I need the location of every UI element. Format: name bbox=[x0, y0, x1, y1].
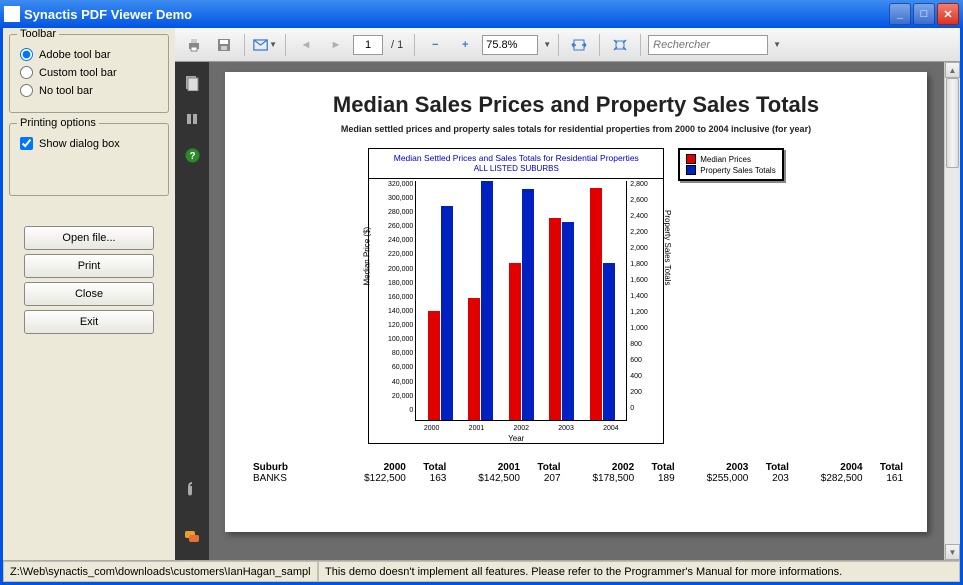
chart-plot-area bbox=[415, 181, 627, 421]
document-subtitle: Median settled prices and property sales… bbox=[249, 124, 903, 134]
left-panel: Toolbar Adobe tool bar Custom tool bar N… bbox=[3, 28, 175, 560]
pdf-sidebar: ? bbox=[175, 62, 209, 560]
th-2003: 2003 bbox=[675, 462, 749, 473]
search-dropdown-icon[interactable]: ▼ bbox=[772, 40, 781, 49]
statusbar: Z:\Web\synactis_com\downloads\customers\… bbox=[3, 560, 960, 582]
pdf-viewer: ▼ ◄ ► / 1 − + ▼ ▼ bbox=[175, 28, 960, 560]
table-row: BANKS $122,500163 $142,500207 $178,50018… bbox=[249, 473, 903, 484]
zoom-dropdown-icon[interactable]: ▼ bbox=[542, 40, 551, 49]
search-input[interactable] bbox=[648, 35, 768, 55]
radio-no-toolbar[interactable]: No tool bar bbox=[20, 84, 158, 97]
chart-legend: Median Prices Property Sales Totals bbox=[678, 148, 783, 181]
x-axis-labels: 20002001200220032004 bbox=[369, 425, 663, 432]
check-show-dialog[interactable]: Show dialog box bbox=[20, 137, 158, 150]
open-file-button[interactable]: Open file... bbox=[24, 226, 154, 250]
close-window-button[interactable]: ✕ bbox=[937, 3, 959, 25]
legend-item-2: Property Sales Totals bbox=[700, 166, 775, 175]
scroll-down-icon[interactable]: ▼ bbox=[945, 544, 960, 560]
print-icon[interactable] bbox=[181, 32, 207, 58]
printing-groupbox: Printing options Show dialog box bbox=[9, 123, 169, 196]
maximize-button[interactable]: □ bbox=[913, 3, 935, 25]
bookmarks-panel-icon[interactable] bbox=[183, 110, 201, 128]
th-2000: 2000 bbox=[332, 462, 406, 473]
help-icon[interactable]: ? bbox=[183, 146, 201, 164]
vertical-scrollbar[interactable]: ▲ ▼ bbox=[944, 62, 960, 560]
titlebar: Synactis PDF Viewer Demo _ □ ✕ bbox=[0, 0, 963, 28]
pdf-toolbar: ▼ ◄ ► / 1 − + ▼ ▼ bbox=[175, 28, 960, 62]
x-axis-label: Year bbox=[369, 434, 663, 443]
prev-page-icon[interactable]: ◄ bbox=[293, 32, 319, 58]
status-message: This demo doesn't implement all features… bbox=[318, 561, 960, 582]
zoom-level-input[interactable] bbox=[482, 35, 538, 55]
save-icon[interactable] bbox=[211, 32, 237, 58]
chart: Median Settled Prices and Sales Totals f… bbox=[368, 148, 664, 444]
email-icon[interactable]: ▼ bbox=[252, 32, 278, 58]
print-button[interactable]: Print bbox=[24, 254, 154, 278]
y-axis-left-label: Median Price ($) bbox=[363, 227, 372, 286]
chart-title: Median Settled Prices and Sales Totals f… bbox=[369, 149, 663, 179]
page-number-input[interactable] bbox=[353, 35, 383, 55]
th-2001: 2001 bbox=[446, 462, 520, 473]
exit-button[interactable]: Exit bbox=[24, 310, 154, 334]
th-2004: 2004 bbox=[789, 462, 863, 473]
scroll-thumb[interactable] bbox=[946, 78, 959, 168]
pdf-page-container[interactable]: Median Sales Prices and Property Sales T… bbox=[209, 62, 960, 560]
radio-custom-toolbar[interactable]: Custom tool bar bbox=[20, 66, 158, 79]
chart-container: Median Settled Prices and Sales Totals f… bbox=[249, 148, 903, 444]
attachments-panel-icon[interactable] bbox=[183, 480, 201, 498]
status-path: Z:\Web\synactis_com\downloads\customers\… bbox=[3, 561, 318, 582]
data-table: Suburb 2000Total 2001Total 2002Total 200… bbox=[249, 462, 903, 484]
th-2002: 2002 bbox=[561, 462, 635, 473]
pdf-page: Median Sales Prices and Property Sales T… bbox=[225, 72, 927, 532]
radio-adobe-toolbar[interactable]: Adobe tool bar bbox=[20, 48, 158, 61]
y-axis-right-ticks: 2,8002,6002,4002,2002,0001,8001,6001,400… bbox=[627, 181, 657, 421]
y-axis-left-ticks: 320,000300,000280,000260,000240,000220,0… bbox=[375, 181, 415, 421]
y-axis-right-label: Property Sales Totals bbox=[663, 210, 672, 285]
minimize-button[interactable]: _ bbox=[889, 3, 911, 25]
toolbar-group-title: Toolbar bbox=[17, 28, 59, 40]
window-title: Synactis PDF Viewer Demo bbox=[24, 7, 889, 22]
legend-item-1: Median Prices bbox=[700, 155, 751, 164]
printing-group-title: Printing options bbox=[17, 117, 99, 129]
comments-panel-icon[interactable] bbox=[183, 528, 201, 546]
zoom-in-icon[interactable]: + bbox=[452, 32, 478, 58]
fit-width-icon[interactable] bbox=[566, 32, 592, 58]
pages-panel-icon[interactable] bbox=[183, 74, 201, 92]
app-icon bbox=[4, 6, 20, 22]
th-suburb: Suburb bbox=[249, 462, 332, 473]
next-page-icon[interactable]: ► bbox=[323, 32, 349, 58]
zoom-out-icon[interactable]: − bbox=[422, 32, 448, 58]
scroll-up-icon[interactable]: ▲ bbox=[945, 62, 960, 78]
document-title: Median Sales Prices and Property Sales T… bbox=[249, 92, 903, 118]
svg-text:?: ? bbox=[189, 151, 195, 162]
fit-page-icon[interactable] bbox=[607, 32, 633, 58]
close-button[interactable]: Close bbox=[24, 282, 154, 306]
page-total-label: / 1 bbox=[391, 39, 403, 51]
toolbar-groupbox: Toolbar Adobe tool bar Custom tool bar N… bbox=[9, 34, 169, 113]
